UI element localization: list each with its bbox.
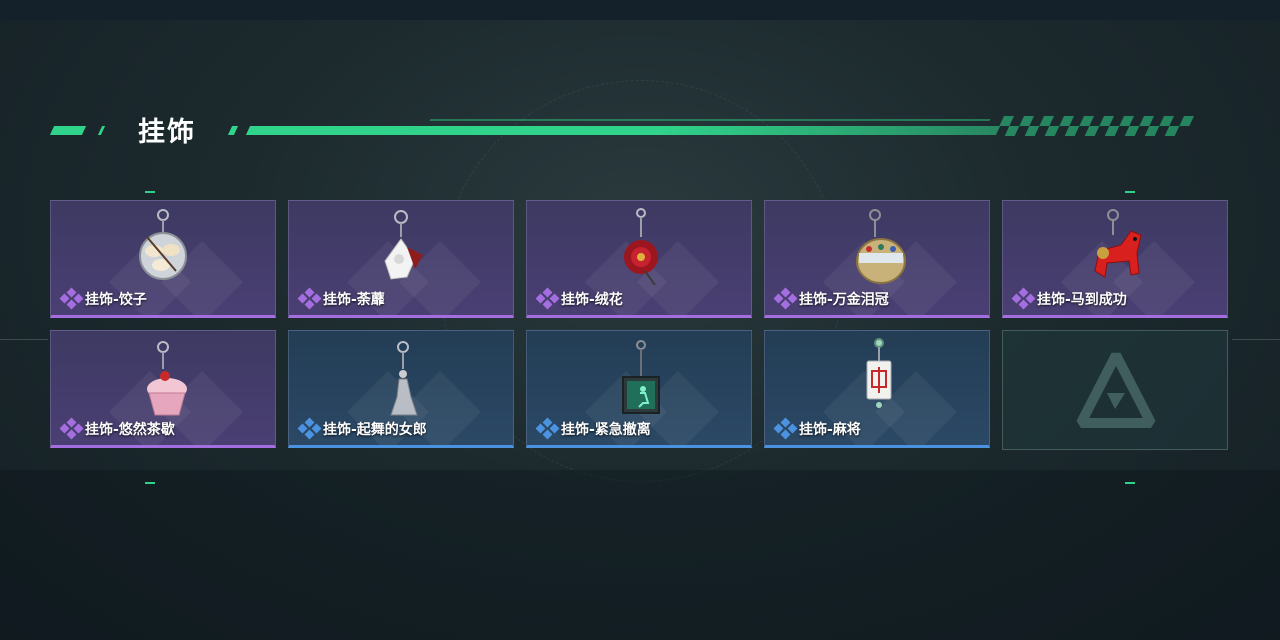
background-shade xyxy=(0,470,1280,640)
header-stripe-small xyxy=(227,126,239,135)
item-card-white-flower[interactable]: 挂饰-荼蘼 xyxy=(288,200,514,318)
rarity-purple-icon xyxy=(59,287,84,310)
item-card-mahjong[interactable]: 挂饰-麻将 xyxy=(764,330,990,448)
header-stripe-left xyxy=(49,126,87,135)
rarity-purple-icon xyxy=(1011,287,1036,310)
grid-marker xyxy=(1125,482,1135,484)
item-card-jeweled-crown[interactable]: 挂饰-万金泪冠 xyxy=(764,200,990,318)
rarity-purple-icon xyxy=(535,287,560,310)
item-name: 挂饰-麻将 xyxy=(799,422,861,438)
item-card-red-horse[interactable]: 挂饰-马到成功 xyxy=(1002,200,1228,318)
item-label: 挂饰-紧急撤离 xyxy=(535,417,651,440)
item-name: 挂饰-悠然茶歇 xyxy=(85,422,175,438)
item-card-emergency-exit[interactable]: 挂饰-紧急撤离 xyxy=(526,330,752,448)
item-label: 挂饰-悠然茶歇 xyxy=(59,417,175,440)
game-logo-icon xyxy=(1076,352,1156,428)
item-name: 挂饰-饺子 xyxy=(85,292,147,308)
section-title: 挂饰 xyxy=(138,117,196,148)
item-name: 挂饰-紧急撤离 xyxy=(561,422,651,438)
header-stripe-tick xyxy=(97,126,106,135)
rarity-blue-icon xyxy=(773,417,798,440)
grid-marker xyxy=(1125,191,1135,193)
item-card-cupcake[interactable]: 挂饰-悠然茶歇 xyxy=(50,330,276,448)
section-header: 挂饰 xyxy=(0,104,1280,154)
grid-marker xyxy=(145,482,155,484)
item-label: 挂饰-荼蘼 xyxy=(297,287,385,310)
item-name: 挂饰-起舞的女郎 xyxy=(323,422,427,438)
item-label: 挂饰-起舞的女郎 xyxy=(297,417,427,440)
item-card-velvet-flower[interactable]: 挂饰-绒花 xyxy=(526,200,752,318)
item-card-dancing-lady[interactable]: 挂饰-起舞的女郎 xyxy=(288,330,514,448)
item-card-dumplings[interactable]: 挂饰-饺子 xyxy=(50,200,276,318)
rarity-purple-icon xyxy=(59,417,84,440)
rarity-blue-icon xyxy=(297,417,322,440)
empty-item-slot[interactable] xyxy=(1002,330,1228,450)
item-name: 挂饰-荼蘼 xyxy=(323,292,385,308)
item-name: 挂饰-万金泪冠 xyxy=(799,292,889,308)
item-label: 挂饰-万金泪冠 xyxy=(773,287,889,310)
side-line-right xyxy=(1232,339,1280,340)
header-stripe-thin xyxy=(429,119,991,121)
top-strip xyxy=(0,0,1280,20)
item-name: 挂饰-绒花 xyxy=(561,292,623,308)
header-checker-pattern xyxy=(999,116,1194,136)
side-line-left xyxy=(0,339,48,340)
item-name: 挂饰-马到成功 xyxy=(1037,292,1127,308)
item-label: 挂饰-饺子 xyxy=(59,287,147,310)
item-label: 挂饰-马到成功 xyxy=(1011,287,1127,310)
rarity-purple-icon xyxy=(297,287,322,310)
item-label: 挂饰-绒花 xyxy=(535,287,623,310)
header-stripe-main xyxy=(245,126,1001,135)
item-label: 挂饰-麻将 xyxy=(773,417,861,440)
rarity-purple-icon xyxy=(773,287,798,310)
rarity-blue-icon xyxy=(535,417,560,440)
grid-marker xyxy=(145,191,155,193)
